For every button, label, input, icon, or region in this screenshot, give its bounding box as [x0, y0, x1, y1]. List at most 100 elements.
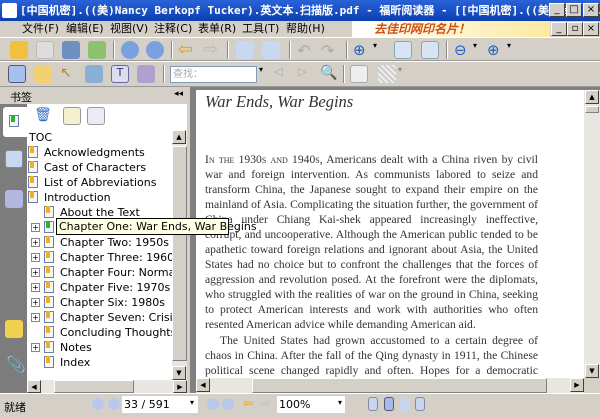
bookmark-toolbar: 🗑 — [27, 104, 187, 130]
back-icon[interactable]: ⇦ — [243, 396, 261, 414]
menu-comment[interactable]: 注释(C) — [154, 21, 192, 37]
close-button[interactable]: × — [583, 3, 599, 17]
arrow-select-icon[interactable]: ↖ — [60, 65, 78, 83]
tree-vertical-scrollbar[interactable]: ▲ ▼ — [172, 130, 187, 380]
menu-edit[interactable]: 编辑(E) — [66, 21, 104, 37]
find-binoculars-icon[interactable] — [85, 65, 103, 83]
expand-icon[interactable]: + — [31, 283, 40, 292]
expand-icon[interactable]: + — [31, 343, 40, 352]
search-icon[interactable]: 🔍 — [320, 65, 338, 83]
maximize-button[interactable]: □ — [566, 3, 582, 17]
dropdown-arrow-icon[interactable]: ▾ — [507, 41, 525, 59]
single-page-icon[interactable] — [368, 397, 378, 411]
chapter-heading: War Ends, War Begins — [205, 92, 354, 111]
hand-tool-icon[interactable] — [8, 65, 26, 83]
bookmark-item[interactable]: Chapter Two: 1950s — [60, 235, 169, 250]
bookmark-item[interactable]: Chapter Four: Normalizat — [60, 265, 172, 280]
fit-width-icon[interactable] — [421, 41, 439, 59]
forward-arrow-icon[interactable]: ⇨ — [203, 41, 221, 59]
next-page-button-icon[interactable] — [207, 398, 219, 410]
continuous-icon[interactable] — [384, 397, 394, 411]
doc-restore-button[interactable]: ▫ — [567, 22, 583, 36]
find-next-icon[interactable]: ▷ — [298, 65, 316, 83]
bookmark-item[interactable]: Chapter Six: 1980s — [60, 295, 165, 310]
expand-icon[interactable]: + — [31, 223, 40, 232]
menu-form[interactable]: 表单(R) — [198, 21, 236, 37]
back-arrow-icon[interactable]: ⇦ — [178, 41, 196, 59]
tab-attachments-icon[interactable]: 📎 — [6, 355, 26, 374]
zoom-in-icon[interactable]: ⊕ — [487, 41, 505, 59]
dropdown-arrow-icon[interactable]: ▾ — [373, 41, 391, 59]
expand-icon[interactable]: + — [31, 298, 40, 307]
find-prev-icon[interactable]: ◁ — [274, 65, 292, 83]
panel-title: 书签 — [10, 91, 32, 104]
insert-page-icon[interactable] — [262, 41, 280, 59]
delete-bookmark-icon[interactable]: 🗑 — [34, 107, 52, 125]
expand-icon[interactable]: + — [31, 253, 40, 262]
doc-vertical-scrollbar[interactable]: ▲ ▼ — [584, 90, 600, 378]
menu-help[interactable]: 帮助(H) — [286, 21, 325, 37]
bookmark-item[interactable]: Acknowledgments — [44, 145, 145, 160]
print-icon[interactable] — [62, 41, 80, 59]
bookmark-item[interactable]: Chapter Seven: Crisis Yea — [60, 310, 172, 325]
redo-icon[interactable]: ↷ — [321, 41, 339, 60]
zoom-in-tool-icon[interactable]: ⊕ — [353, 41, 371, 59]
add-child-bookmark-icon[interactable] — [87, 107, 105, 125]
typewriter-icon[interactable]: T — [111, 65, 129, 83]
menu-tools[interactable]: 工具(T) — [242, 21, 279, 37]
zoom-input[interactable]: 100% — [277, 396, 345, 413]
page-number-input[interactable]: 33 / 591 — [122, 396, 198, 413]
ad-banner[interactable]: 去佳印网印名片！ — [352, 21, 550, 37]
bookmark-item[interactable]: Introduction — [44, 190, 111, 205]
undo-icon[interactable]: ↶ — [297, 41, 315, 60]
next-page-icon[interactable] — [146, 41, 164, 59]
open-icon[interactable] — [10, 41, 28, 59]
tab-pages-icon[interactable] — [5, 150, 23, 168]
bookmark-item[interactable]: Index — [60, 355, 90, 370]
bookmark-item[interactable]: Chpater Five: 1970s — [60, 280, 170, 295]
page-tool-icon[interactable] — [350, 65, 368, 83]
bookmark-item[interactable]: Chapter Three: 1960s — [60, 250, 172, 265]
tab-comments-icon[interactable] — [5, 320, 23, 338]
bookmark-item[interactable]: Notes — [60, 340, 92, 355]
bookmark-item[interactable]: Cast of Characters — [44, 160, 146, 175]
last-page-icon[interactable] — [222, 398, 234, 410]
tab-bookmarks[interactable] — [3, 107, 27, 137]
extract-page-icon[interactable] — [236, 41, 254, 59]
minimize-button[interactable]: _ — [549, 3, 565, 17]
paragraph-2: The United States had grown accustomed t… — [205, 334, 538, 377]
background-icon[interactable] — [378, 65, 396, 83]
expand-icon[interactable]: + — [31, 238, 40, 247]
doc-close-button[interactable]: × — [583, 22, 599, 36]
dropdown-arrow-icon[interactable]: ▾ — [398, 65, 416, 83]
save-icon[interactable] — [36, 41, 54, 59]
zoom-dropdown-icon[interactable]: ▾ — [338, 398, 342, 407]
tree-horizontal-scrollbar[interactable]: ◀ ▶ — [27, 380, 187, 393]
page-dropdown-icon[interactable]: ▾ — [190, 398, 194, 407]
bookmark-item[interactable]: Concluding Thoughts — [60, 325, 172, 340]
zoom-out-icon[interactable]: ⊖ — [454, 41, 472, 59]
snapshot-icon[interactable] — [137, 65, 155, 83]
facing-icon[interactable] — [400, 397, 410, 411]
bookmark-icon — [28, 176, 38, 188]
continuous-facing-icon[interactable] — [415, 397, 425, 411]
prev-page-icon[interactable] — [121, 41, 139, 59]
menu-view[interactable]: 视图(V) — [110, 21, 148, 37]
doc-horizontal-scrollbar[interactable]: ◀ ▶ — [196, 378, 584, 393]
forward-icon[interactable]: ⇨ — [260, 396, 278, 414]
collapse-panel-icon[interactable]: ◂◂ — [174, 89, 183, 99]
prev-page-button-icon[interactable] — [108, 398, 120, 410]
add-bookmark-icon[interactable] — [63, 107, 81, 125]
search-input[interactable]: 查找： — [170, 66, 257, 83]
expand-icon[interactable]: + — [31, 313, 40, 322]
email-icon[interactable] — [88, 41, 106, 59]
menu-file[interactable]: 文件(F) — [22, 21, 59, 37]
select-text-icon[interactable] — [34, 65, 52, 83]
fit-page-icon[interactable] — [394, 41, 412, 59]
expand-icon[interactable]: + — [31, 268, 40, 277]
first-page-icon[interactable] — [92, 398, 104, 410]
doc-minimize-button[interactable]: _ — [551, 22, 567, 36]
bookmark-item[interactable]: List of Abbreviations — [44, 175, 156, 190]
tab-layers-icon[interactable] — [5, 190, 23, 208]
bookmark-root[interactable]: TOC — [29, 130, 52, 145]
